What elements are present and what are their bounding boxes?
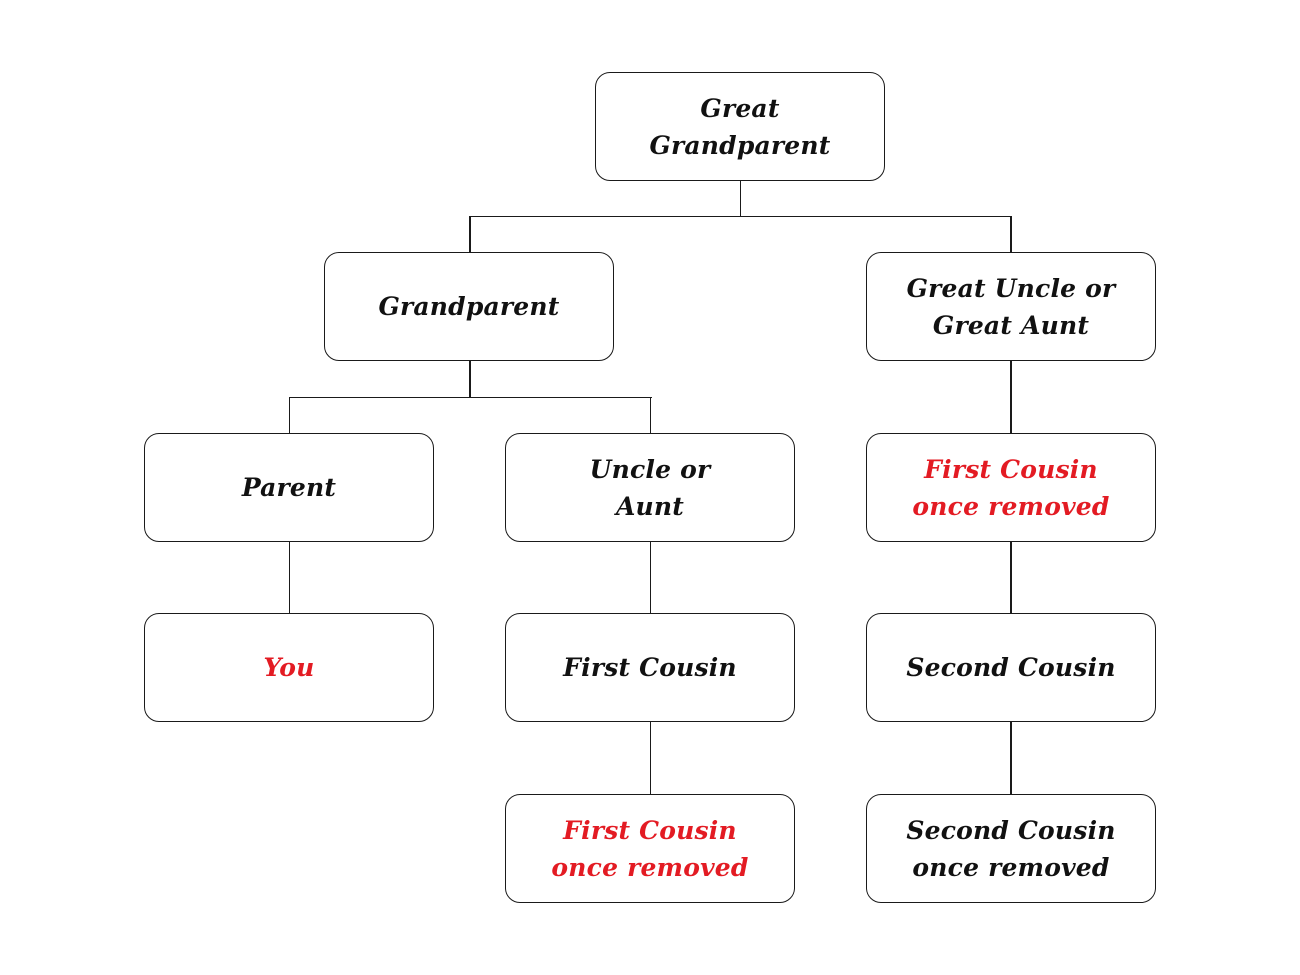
- connector-line: [469, 216, 471, 253]
- node-label-line: Grandparent: [378, 292, 560, 321]
- node-you: You: [144, 613, 434, 722]
- connector-line: [1010, 360, 1012, 434]
- node-label-line: Grandparent: [649, 130, 831, 160]
- node-label-line: First Cousin: [924, 454, 1098, 484]
- node-great-grandparent: Great Grandparent: [595, 72, 885, 181]
- connector-line: [288, 396, 652, 399]
- node-label-line: Second Cousin: [906, 653, 1116, 682]
- node-first-cousin: First Cousin: [505, 613, 795, 722]
- node-label-line: First Cousin: [563, 815, 737, 845]
- connector-line: [649, 541, 652, 614]
- connector-line: [288, 397, 291, 434]
- node-label-line: Second Cousin: [906, 815, 1116, 845]
- connector-line: [1010, 216, 1012, 253]
- node-label-line: First Cousin: [563, 653, 737, 682]
- node-second-cousin-once-removed: Second Cousin once removed: [866, 794, 1156, 903]
- node-label-line: Great: [700, 93, 780, 123]
- node-great-uncle-or-great-aunt: Great Uncle or Great Aunt: [866, 252, 1156, 361]
- node-second-cousin: Second Cousin: [866, 613, 1156, 722]
- node-grandparent: Grandparent: [324, 252, 614, 361]
- connector-line: [739, 180, 742, 217]
- node-label-line: You: [263, 653, 315, 682]
- node-label-line: once removed: [912, 491, 1110, 521]
- connector-line: [288, 541, 291, 614]
- connector-line: [649, 397, 652, 434]
- connector-line: [649, 721, 652, 795]
- node-label-line: Great Uncle or: [906, 273, 1116, 303]
- node-parent: Parent: [144, 433, 434, 542]
- node-first-cousin-once-removed-lower: First Cousin once removed: [505, 794, 795, 903]
- node-label-line: Parent: [241, 473, 337, 502]
- node-uncle-or-aunt: Uncle or Aunt: [505, 433, 795, 542]
- connector-line: [1010, 721, 1012, 795]
- node-label-line: once removed: [551, 852, 749, 882]
- node-label-line: Aunt: [615, 491, 685, 521]
- node-label-line: Great Aunt: [932, 310, 1090, 340]
- node-label-line: once removed: [912, 852, 1110, 882]
- node-first-cousin-once-removed-upper: First Cousin once removed: [866, 433, 1156, 542]
- node-label-line: Uncle or: [589, 454, 711, 484]
- connector-line: [469, 360, 471, 398]
- connector-line: [1010, 541, 1012, 614]
- connector-line: [469, 215, 1012, 218]
- family-tree-diagram: Great Grandparent Grandparent Great Uncle…: [0, 0, 1300, 975]
